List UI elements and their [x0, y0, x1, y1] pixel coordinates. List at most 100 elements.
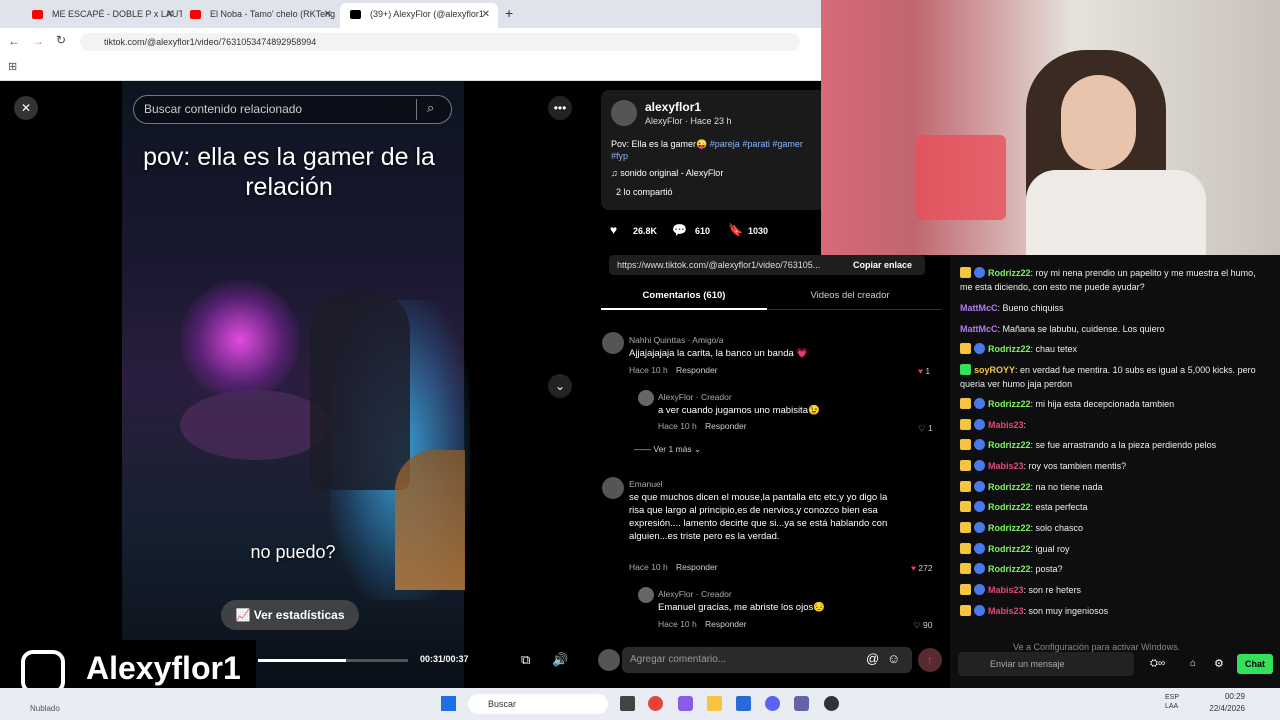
close-tab-icon[interactable]: ✕ [482, 3, 490, 26]
clock-date[interactable]: 22/4/2026 [1200, 704, 1245, 713]
avatar[interactable] [602, 477, 624, 499]
hashtag[interactable]: #gamer [772, 139, 803, 149]
reply-button[interactable]: Responder [676, 562, 718, 572]
browser-tab[interactable]: El Noba - Tamo' chelo (RKTeng ✕ [180, 3, 340, 28]
gear-icon[interactable]: ⚙ [1214, 657, 1224, 670]
language-indicator[interactable]: ESP LAA [1165, 693, 1185, 711]
clock-time[interactable]: 00:29 [1215, 692, 1245, 701]
chat-username[interactable]: MattMcC [960, 303, 998, 313]
comment-likes[interactable]: ♡ 90 [913, 620, 932, 631]
chat-username[interactable]: MattMcC [960, 324, 998, 334]
avatar[interactable] [638, 587, 654, 603]
crown-badge-icon [960, 398, 971, 409]
avatar[interactable] [638, 390, 654, 406]
search-icon[interactable]: ⌕ [427, 100, 434, 116]
volume-icon[interactable]: 🔊 [552, 652, 568, 668]
app-icon[interactable] [678, 696, 693, 711]
comment-likes[interactable]: ♥ 272 [911, 563, 933, 573]
store-icon[interactable] [736, 696, 751, 711]
windows-start-icon[interactable] [441, 696, 456, 711]
send-comment-icon[interactable]: ↑ [918, 648, 942, 672]
chat-username[interactable]: Rodrizz22 [988, 399, 1031, 409]
copy-link-button[interactable]: Copiar enlace [853, 255, 912, 275]
video-caption: pov: ella es la gamer de la relación [143, 143, 435, 201]
comment-author[interactable]: Nahhi Quinttas · Amigo/a [629, 335, 724, 345]
chat-username[interactable]: Mabis23 [988, 606, 1024, 616]
sub-badge-icon [974, 460, 985, 471]
taskbar-search[interactable]: Buscar [468, 694, 608, 714]
hashtag[interactable]: #parati [742, 139, 770, 149]
view-more-replies[interactable]: —— Ver 1 más ⌄ [634, 444, 701, 455]
chat-input[interactable]: Enviar un mensaje [958, 652, 1134, 676]
search-input[interactable]: Buscar contenido relacionado [133, 95, 452, 124]
comment-time: Hace 10 h [658, 619, 697, 629]
more-options-icon[interactable]: ••• [548, 96, 572, 120]
folder-icon[interactable] [707, 696, 722, 711]
hashtag[interactable]: #pareja [710, 139, 740, 149]
sound-row[interactable]: ♫ sonido original - AlexyFlor [611, 168, 723, 178]
tab-creator-videos[interactable]: Videos del creador [767, 290, 933, 301]
sub-badge-icon [974, 543, 985, 554]
comment-author[interactable]: Emanuel [629, 479, 663, 489]
tab-comments[interactable]: Comentarios (610) [601, 290, 767, 310]
chat-username[interactable]: Rodrizz22 [988, 523, 1031, 533]
author-avatar[interactable] [611, 100, 637, 126]
close-icon[interactable]: ✕ [14, 96, 38, 120]
chat-text: : chau tetex [1030, 344, 1078, 354]
hashtag[interactable]: #fyp [611, 151, 628, 161]
emote-icon[interactable]: ⛭∞ [1150, 658, 1165, 669]
emoji-icon[interactable]: ☺ [887, 651, 900, 666]
browser-tab[interactable]: ME ESCAPÉ - DOBLE P x LAUTY ✕ [22, 3, 182, 28]
stats-button[interactable]: 📈 Ver estadísticas [221, 600, 359, 630]
close-tab-icon[interactable]: ✕ [166, 3, 174, 26]
comment-author[interactable]: AlexyFlor · Creador [658, 392, 732, 402]
mention-icon[interactable]: @ [866, 651, 879, 666]
sub-badge-icon [974, 343, 985, 354]
chat-username[interactable]: Rodrizz22 [988, 440, 1031, 450]
chat-text: : [1023, 420, 1027, 430]
reload-icon[interactable]: ↻ [56, 33, 66, 47]
person-figure [310, 290, 410, 490]
browser-tab-active[interactable]: (39+) AlexyFlor (@alexyflor1 ✕ [340, 3, 498, 28]
app-icon[interactable] [620, 696, 635, 711]
apps-icon[interactable]: ⊞ [8, 60, 17, 73]
app-icon[interactable] [824, 696, 839, 711]
reply-button[interactable]: Responder [705, 619, 747, 629]
url-input[interactable]: tiktok.com/@alexyflor1/video/76310534748… [80, 33, 800, 51]
chat-text: : solo chasco [1030, 523, 1084, 533]
forward-icon[interactable]: → [32, 34, 44, 48]
heart-icon[interactable]: ♥ [610, 223, 617, 237]
chat-username[interactable]: Rodrizz22 [988, 344, 1031, 354]
comment-likes[interactable]: ♥ 1 [918, 366, 930, 376]
teams-icon[interactable] [794, 696, 809, 711]
back-icon[interactable]: ← [8, 34, 20, 48]
reply-button[interactable]: Responder [676, 365, 718, 375]
chat-username[interactable]: Mabis23 [988, 420, 1024, 430]
chevron-down-icon[interactable]: ⌄ [548, 374, 572, 398]
sub-badge-icon [974, 522, 985, 533]
reply-button[interactable]: Responder [705, 421, 747, 431]
pip-icon[interactable]: ⧉ [521, 652, 530, 668]
chat-username[interactable]: Rodrizz22 [988, 268, 1031, 278]
chat-username[interactable]: soyROYY [974, 365, 1015, 375]
chat-username[interactable]: Rodrizz22 [988, 502, 1031, 512]
comment-icon[interactable]: 💬 [672, 223, 687, 237]
new-tab-button[interactable]: + [505, 5, 513, 21]
chat-username[interactable]: Rodrizz22 [988, 482, 1031, 492]
chat-username[interactable]: Rodrizz22 [988, 544, 1031, 554]
bookmarks-bar: ⊞ [0, 56, 821, 81]
comment-likes[interactable]: ♡ 1 [918, 423, 933, 434]
comment-text: Ajjajajajaja la carita, la banco un band… [629, 348, 809, 359]
chat-username[interactable]: Rodrizz22 [988, 564, 1031, 574]
close-tab-icon[interactable]: ✕ [324, 3, 332, 26]
chrome-icon[interactable] [648, 696, 663, 711]
author-name[interactable]: alexyflor1 [645, 100, 701, 114]
bookmark-icon[interactable]: 🔖 [728, 223, 743, 237]
discord-icon[interactable] [765, 696, 780, 711]
chat-username[interactable]: Mabis23 [988, 585, 1024, 595]
store-icon[interactable]: ⌂ [1190, 658, 1196, 669]
comment-author[interactable]: AlexyFlor · Creador [658, 589, 732, 599]
chat-username[interactable]: Mabis23 [988, 461, 1024, 471]
avatar[interactable] [602, 332, 624, 354]
chat-send-button[interactable]: Chat [1237, 654, 1273, 674]
